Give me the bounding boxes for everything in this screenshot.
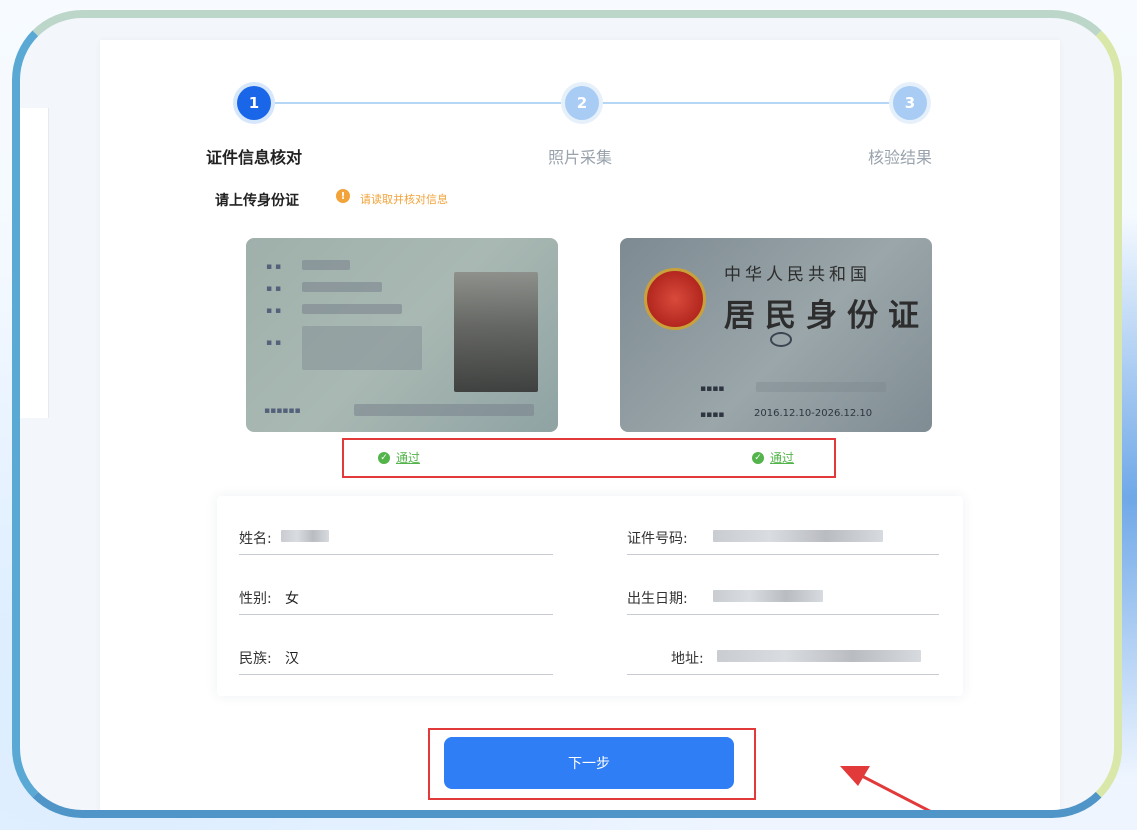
address-value bbox=[717, 650, 921, 662]
warning-icon: ! bbox=[336, 189, 350, 203]
check-icon: ✓ bbox=[752, 451, 764, 464]
id-photo bbox=[454, 272, 538, 392]
id-card-validity: 2016.12.10-2026.12.10 bbox=[754, 408, 873, 419]
birth-date-field[interactable]: 出生日期: bbox=[627, 574, 939, 615]
birth-date-label: 出生日期: bbox=[627, 591, 688, 607]
front-pass-status: ✓ 通过 bbox=[378, 449, 420, 466]
check-icon: ✓ bbox=[378, 451, 390, 464]
gender-label: 性别: bbox=[239, 591, 272, 607]
name-label: 姓名: bbox=[239, 531, 272, 547]
ethnicity-field[interactable]: 民族: 汉 bbox=[239, 634, 553, 675]
ethnicity-label: 民族: bbox=[239, 651, 272, 667]
id-card-front-image[interactable]: ▪ ▪ ▪ ▪ ▪ ▪ ▪ ▪ ▪▪▪▪▪▪ bbox=[246, 238, 558, 432]
id-card-title: 居民身份证 bbox=[724, 298, 929, 334]
address-label: 地址: bbox=[671, 651, 704, 667]
name-field[interactable]: 姓名: bbox=[239, 514, 553, 555]
id-info-form: 姓名: 性别: 女 民族: 汉 证件号码: 出生日期: 地址: bbox=[217, 496, 963, 696]
left-side-panel bbox=[20, 108, 49, 418]
upload-title: 请上传身份证 bbox=[215, 193, 299, 209]
gender-field[interactable]: 性别: 女 bbox=[239, 574, 553, 615]
step-connector-2 bbox=[599, 102, 889, 104]
national-emblem-icon bbox=[644, 268, 706, 330]
address-field[interactable]: 地址: bbox=[627, 634, 939, 675]
step-2-label: 照片采集 bbox=[548, 148, 613, 167]
name-value bbox=[281, 530, 329, 542]
birth-date-value bbox=[713, 590, 823, 602]
step-2-indicator: 2 bbox=[565, 86, 599, 120]
next-step-button[interactable]: 下一步 bbox=[444, 737, 734, 789]
step-1-label: 证件信息核对 bbox=[206, 148, 303, 167]
step-1-indicator: 1 bbox=[237, 86, 271, 120]
red-arrow-icon bbox=[840, 766, 931, 810]
id-card-back-image[interactable]: 中华人民共和国 居民身份证 ▪▪▪▪ ▪▪▪▪ 2016.12.10-2026.… bbox=[620, 238, 932, 432]
eye-icon bbox=[770, 332, 792, 347]
verification-panel: 1 2 3 证件信息核对 照片采集 核验结果 请上传身份证 ! 请读取并核对信息… bbox=[100, 40, 1060, 810]
back-pass-status: ✓ 通过 bbox=[752, 449, 794, 466]
window-frame: 1 2 3 证件信息核对 照片采集 核验结果 请上传身份证 ! 请读取并核对信息… bbox=[12, 10, 1122, 818]
gender-value: 女 bbox=[285, 591, 299, 607]
step-3-label: 核验结果 bbox=[868, 148, 933, 167]
id-number-field[interactable]: 证件号码: bbox=[627, 514, 939, 555]
step-3-indicator: 3 bbox=[893, 86, 927, 120]
ethnicity-value: 汉 bbox=[285, 651, 299, 667]
upload-hint: 请读取并核对信息 bbox=[360, 193, 448, 206]
id-number-value bbox=[713, 530, 883, 542]
id-number-label: 证件号码: bbox=[627, 531, 688, 547]
id-card-country: 中华人民共和国 bbox=[724, 265, 871, 285]
step-connector-1 bbox=[271, 102, 561, 104]
